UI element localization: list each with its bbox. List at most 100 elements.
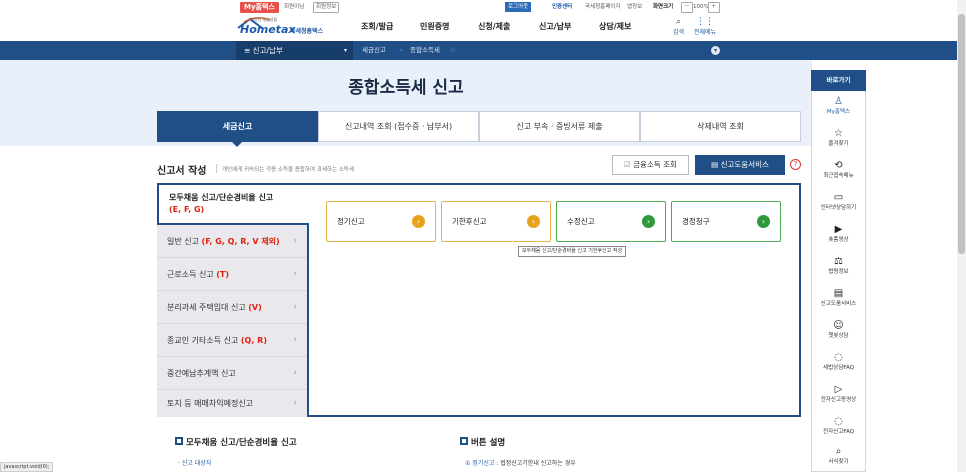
book-icon: ▤: [833, 288, 844, 299]
quick-form-search[interactable]: ⌕ 서식찾기: [811, 446, 866, 465]
faq-icon: ◌: [834, 352, 843, 363]
grid-icon: ⋮⋮: [696, 17, 715, 27]
nts-home-link[interactable]: 국세청홈페이지: [585, 2, 620, 13]
amended-report-card[interactable]: 수정신고 ›: [556, 201, 666, 242]
bottom-right-title: 버튼 설명: [460, 436, 505, 448]
breadcrumb-tax-report[interactable]: 세금신고: [362, 41, 386, 60]
bottom-left-title: 모두채움 신고/단순경비율 신고: [175, 436, 297, 448]
chevron-right-icon: ›: [293, 335, 297, 345]
play-icon: ▶: [834, 224, 843, 235]
person-icon: ♙: [834, 96, 843, 107]
document-icon: ☑: [624, 160, 634, 169]
late-report-card[interactable]: 기한후신고 ›: [441, 201, 551, 242]
arrow-right-icon: ›: [642, 215, 655, 228]
gnb-item-certificate[interactable]: 민원증명: [420, 21, 449, 32]
bottom-right-sub: ① 정기신고 : 법정신고기한내 신고하는 경우: [465, 460, 576, 467]
zoom-level: 100%: [693, 4, 709, 10]
square-bullet-icon: [460, 437, 468, 445]
breadcrumb-separator: ›: [400, 46, 403, 54]
scrollbar-thumb[interactable]: [958, 14, 965, 254]
menu-item-land[interactable]: 토지 등 매매차익예정신고 ›: [157, 390, 307, 417]
browser-status-text: javascript:void(0);: [0, 462, 54, 472]
quick-tax-faq[interactable]: ◌ 세법상담FAQ: [811, 352, 866, 371]
menu-item-all-fill[interactable]: 모두채움 신고/단순경비율 신고 (E, F, G): [157, 183, 307, 225]
quick-favorites[interactable]: ☆ 즐겨찾기: [811, 128, 866, 147]
menu-icon: ≡: [244, 46, 253, 55]
quick-chatbot[interactable]: ☺ 챗봇상담: [811, 320, 866, 339]
menu-item-general[interactable]: 일반 신고 (F, G, Q, R, V 제외) ›: [157, 225, 307, 258]
report-help-button[interactable]: ▤ 신고도움서비스: [695, 155, 785, 175]
regular-report-card[interactable]: 정기신고 ›: [326, 201, 436, 242]
star-icon: ☆: [834, 128, 843, 139]
search-button[interactable]: ⌕ 검색: [673, 17, 684, 37]
panel-border: [307, 223, 309, 417]
zoom-label: 화면크기: [653, 4, 674, 10]
video-icon: ▷: [834, 384, 843, 395]
hometax-logo[interactable]: 편리한 세금생활 Hometax 국세청홈택스: [236, 16, 356, 38]
gnb-item-apply[interactable]: 신청/제출: [478, 21, 510, 32]
quick-e-report-video[interactable]: ▷ 전자신고동영상: [811, 384, 866, 403]
quick-links-title: 바로가기: [811, 70, 866, 91]
quick-my-hometax[interactable]: ♙ My홈택스: [811, 96, 866, 115]
chevron-right-icon: ›: [293, 302, 297, 312]
chevron-right-icon: ›: [293, 269, 297, 279]
page-title: 종합소득세 신고: [348, 78, 464, 98]
tab-report-history[interactable]: 신고내역 조회 (접수증 · 납부서): [318, 111, 479, 142]
tab-deleted-history[interactable]: 삭제내역 조회: [640, 111, 801, 142]
arrow-right-icon: ›: [412, 215, 425, 228]
zoom-out-button[interactable]: －: [681, 2, 693, 13]
chevron-right-icon: ›: [293, 398, 297, 408]
chevron-right-icon: ›: [293, 368, 297, 378]
section-description: 개인에게 귀속되는 각종 소득을 종합하여 과세하는 소득세: [222, 167, 354, 173]
financial-income-button[interactable]: ☑ 금융소득 조회: [612, 155, 689, 175]
menu-item-religious[interactable]: 종교인 기타소득 신고 (Q, R) ›: [157, 324, 307, 357]
recent-icon: ⟲: [834, 160, 843, 171]
quick-e-report-faq[interactable]: ◌ 전자신고FAQ: [811, 416, 866, 435]
square-bullet-icon: [175, 437, 183, 445]
arrow-right-icon: ›: [527, 215, 540, 228]
navigation-bar: [0, 41, 966, 60]
active-tab-pointer: [232, 142, 242, 147]
gnb-item-counsel[interactable]: 상담/제보: [599, 21, 631, 32]
chatbot-icon: ☺: [833, 320, 844, 331]
menu-item-interim[interactable]: 중간예납추계액 신고 ›: [157, 357, 307, 390]
faq2-icon: ◌: [834, 416, 843, 427]
title-divider: [216, 164, 217, 173]
search-icon: ⌕: [835, 446, 842, 457]
gavel-icon: ⚖: [834, 256, 843, 267]
chevron-right-icon: ›: [293, 236, 297, 246]
zoom-in-button[interactable]: ＋: [708, 2, 720, 13]
page: { "topbar":{"my_badge":"My홈택스","welcome"…: [0, 0, 966, 472]
tab-attachment-submit[interactable]: 신고 부속 · 증빙서류 제출: [479, 111, 640, 142]
tab-tax-report[interactable]: 세금신고: [157, 111, 318, 142]
menu-item-rental[interactable]: 분리과세 주택임대 신고 (V) ›: [157, 291, 307, 324]
quick-law-info[interactable]: ⚖ 법령정보: [811, 256, 866, 275]
breadcrumb-income-tax[interactable]: 종합소득세: [410, 41, 440, 60]
cert-center-link[interactable]: 인증센터: [552, 2, 572, 13]
bottom-left-sub: · 신고 대상자: [178, 460, 212, 467]
quick-shortform[interactable]: ▶ 숏폼영상: [811, 224, 866, 243]
search-icon: ⌕: [676, 17, 682, 27]
member-info-button[interactable]: 회원정보: [313, 2, 340, 13]
book-icon: ▤: [711, 160, 721, 169]
welcome-text: 회원이님: [284, 4, 305, 10]
menu-item-earned-income[interactable]: 근로소득 신고 (T) ›: [157, 258, 307, 291]
quick-recent-menu[interactable]: ⟲ 최근접속메뉴: [811, 160, 866, 179]
logout-button[interactable]: 로그아웃: [505, 2, 532, 12]
favorite-star-icon[interactable]: ☆: [450, 41, 456, 60]
gnb-item-inquiry[interactable]: 조회/발급: [361, 21, 393, 32]
my-hometax-badge[interactable]: My홈택스: [240, 2, 279, 13]
section-title: 신고서 작성: [157, 166, 207, 177]
nav-expand-icon[interactable]: ▾: [711, 46, 720, 55]
quick-report-help[interactable]: ▤ 신고도움서비스: [811, 288, 866, 307]
monitor-icon: ▭: [833, 192, 844, 203]
app-info-link[interactable]: 앱정보: [627, 2, 642, 13]
refund-claim-card[interactable]: 경정청구 ›: [671, 201, 781, 242]
all-menu-button[interactable]: ⋮⋮ 전체메뉴: [694, 17, 716, 37]
help-question-icon[interactable]: ?: [790, 159, 801, 170]
nav-category-select[interactable]: ≡ 신고/납부 ▾: [236, 41, 353, 60]
chevron-down-icon: ▾: [343, 47, 347, 54]
quick-internet-counsel[interactable]: ▭ 인터넷상담하기: [811, 192, 866, 211]
gnb-item-report[interactable]: 신고/납부: [539, 21, 571, 32]
tooltip: 모두채움 신고/단순경비율 신고 기한후신고 작성: [518, 246, 627, 257]
